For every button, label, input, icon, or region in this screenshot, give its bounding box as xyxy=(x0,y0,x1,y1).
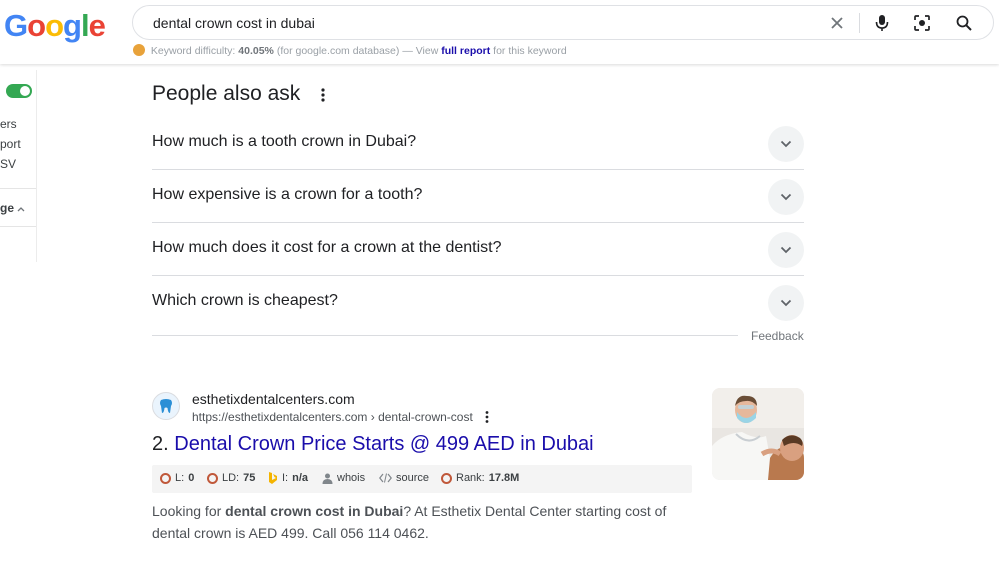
snippet-text: Looking for xyxy=(152,503,226,519)
chevron-down-icon[interactable] xyxy=(768,179,804,215)
left-panel-section[interactable]: ge xyxy=(0,201,25,215)
paa-heading: People also ask xyxy=(152,82,301,105)
more-options-icon[interactable] xyxy=(482,410,492,424)
seo-label: LD: xyxy=(222,472,240,484)
tooth-icon xyxy=(160,399,172,413)
seo-value: n/a xyxy=(292,472,309,484)
seo-label: L: xyxy=(175,472,185,484)
camera-lens-icon[interactable] xyxy=(912,13,932,33)
more-options-icon[interactable] xyxy=(316,86,330,104)
search-divider xyxy=(859,13,860,33)
ring-icon xyxy=(441,472,452,484)
bing-icon xyxy=(269,472,277,484)
kd-db: (for google.com database) — View xyxy=(276,45,439,57)
seo-links[interactable]: L: 0 xyxy=(160,472,194,484)
result-snippet: Looking for dental crown cost in Dubai? … xyxy=(152,500,692,544)
chevron-up-icon xyxy=(17,207,25,212)
paa-question[interactable]: How expensive is a crown for a tooth? xyxy=(152,170,804,223)
kd-value: 40.05% xyxy=(238,45,274,57)
kd-suffix: for this keyword xyxy=(493,45,567,57)
ring-icon xyxy=(207,472,218,484)
divider xyxy=(152,335,738,336)
result-title: Dental Crown Price Starts @ 499 AED in D… xyxy=(174,433,594,455)
logo-letter: l xyxy=(80,8,90,43)
seo-value: 0 xyxy=(188,472,195,484)
left-panel-item[interactable]: SV xyxy=(0,157,16,171)
code-icon xyxy=(379,473,392,483)
seo-toolbar: L: 0 LD: 75 I: n/a whois source Rank: 17.8M xyxy=(152,465,692,493)
paa-question[interactable]: Which crown is cheapest? xyxy=(152,276,804,329)
search-input[interactable] xyxy=(153,12,803,34)
seo-label: Rank: xyxy=(456,472,485,484)
clear-icon[interactable] xyxy=(827,13,847,33)
logo-letter: o xyxy=(27,8,46,43)
seo-index[interactable]: I: n/a xyxy=(268,472,308,484)
keyword-tool-icon xyxy=(133,44,145,56)
person-icon xyxy=(322,473,333,484)
paa-question[interactable]: How much does it cost for a crown at the… xyxy=(152,223,804,276)
keyword-difficulty: Keyword difficulty: 40.05% (for google.c… xyxy=(133,44,567,57)
left-panel: ers port SV ge xyxy=(0,70,37,262)
search-icon[interactable] xyxy=(954,13,974,33)
paa-question[interactable]: How much is a tooth crown in Dubai? xyxy=(152,117,804,170)
snippet-highlight: dental crown cost in Dubai xyxy=(225,503,404,519)
logo-letter: G xyxy=(4,8,28,43)
header: Google Keyword difficulty: 40.05% (for g… xyxy=(0,0,999,64)
seo-linking-domains[interactable]: LD: 75 xyxy=(207,472,255,484)
logo-letter: g xyxy=(63,8,82,43)
paa-question-text: How much does it cost for a crown at the… xyxy=(152,239,502,256)
dentist-photo xyxy=(712,388,804,480)
chevron-down-icon[interactable] xyxy=(768,232,804,268)
chevron-down-icon[interactable] xyxy=(768,126,804,162)
result-title-link[interactable]: 2. Dental Crown Price Starts @ 499 AED i… xyxy=(152,433,594,456)
site-name[interactable]: esthetixdentalcenters.com xyxy=(192,391,355,407)
ring-icon xyxy=(160,472,171,484)
divider xyxy=(0,188,36,189)
paa-question-text: How much is a tooth crown in Dubai? xyxy=(152,133,417,150)
seo-label: source xyxy=(396,472,430,484)
seo-value: 75 xyxy=(243,472,256,484)
result-thumbnail[interactable] xyxy=(712,388,804,480)
section-label: ge xyxy=(0,201,15,215)
paa-question-text: How expensive is a crown for a tooth? xyxy=(152,186,423,203)
kd-label: Keyword difficulty: xyxy=(150,45,236,57)
seo-label: whois xyxy=(337,472,366,484)
left-panel-item[interactable]: port xyxy=(0,137,21,151)
logo-letter: e xyxy=(88,8,106,43)
left-panel-item[interactable]: ers xyxy=(0,117,17,131)
site-url[interactable]: https://esthetixdentalcenters.com › dent… xyxy=(192,410,473,424)
paa-question-text: Which crown is cheapest? xyxy=(152,292,338,309)
feedback-link[interactable]: Feedback xyxy=(751,329,804,343)
search-box xyxy=(132,5,994,40)
site-favicon[interactable] xyxy=(152,392,180,420)
result-number: 2. xyxy=(152,433,169,455)
extension-toggle[interactable] xyxy=(6,84,32,98)
divider xyxy=(0,226,36,227)
microphone-icon[interactable] xyxy=(872,13,892,33)
logo-letter: o xyxy=(45,8,64,43)
seo-label: I: xyxy=(282,472,289,484)
seo-rank[interactable]: Rank: 17.8M xyxy=(441,472,519,484)
full-report-link[interactable]: full report xyxy=(441,45,490,57)
seo-value: 17.8M xyxy=(488,472,520,484)
chevron-down-icon[interactable] xyxy=(768,285,804,321)
google-logo[interactable]: Google xyxy=(4,8,106,44)
seo-whois[interactable]: whois xyxy=(322,472,365,484)
seo-source[interactable]: source xyxy=(379,472,429,484)
